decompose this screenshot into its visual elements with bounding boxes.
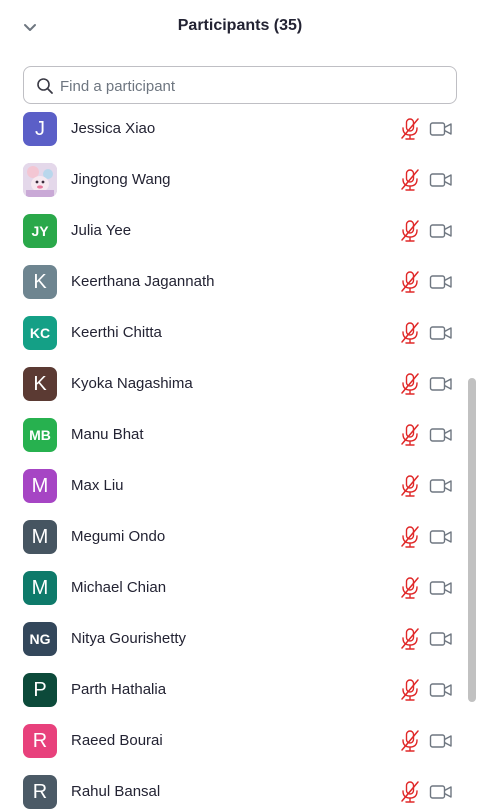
mic-muted-icon[interactable]: [399, 678, 421, 702]
avatar: P: [23, 673, 57, 707]
participant-name: Julia Yee: [71, 222, 132, 239]
mic-muted-icon[interactable]: [399, 729, 421, 753]
participant-list: J Jessica Xiao Jingtong Wang JY Julia Yee K Ke…: [0, 108, 462, 812]
participant-name: Keerthana Jagannath: [71, 273, 215, 290]
participants-panel: Participants (35) J Jessica Xiao Jingtong …: [0, 0, 480, 812]
participant-row[interactable]: M Michael Chian: [0, 569, 462, 620]
avatar: NG: [23, 622, 57, 656]
search-icon: [37, 78, 53, 94]
mic-muted-icon[interactable]: [399, 219, 421, 243]
video-off-icon[interactable]: [429, 323, 453, 343]
avatar: JY: [23, 214, 57, 248]
avatar: KC: [23, 316, 57, 350]
video-off-icon[interactable]: [429, 170, 453, 190]
participant-name: Keerthi Chitta: [71, 324, 162, 341]
mic-muted-icon[interactable]: [399, 423, 421, 447]
avatar: MB: [23, 418, 57, 452]
avatar: R: [23, 775, 57, 809]
search-input[interactable]: [58, 67, 442, 105]
participant-row[interactable]: K Kyoka Nagashima: [0, 365, 462, 416]
mic-muted-icon[interactable]: [399, 168, 421, 192]
avatar: K: [23, 367, 57, 401]
mic-muted-icon[interactable]: [399, 270, 421, 294]
mic-muted-icon[interactable]: [399, 780, 421, 804]
participant-row[interactable]: K Keerthana Jagannath: [0, 263, 462, 314]
avatar: M: [23, 520, 57, 554]
video-off-icon[interactable]: [429, 629, 453, 649]
search-box[interactable]: [23, 66, 457, 105]
participant-row[interactable]: Jingtong Wang: [0, 161, 462, 212]
participant-name: Kyoka Nagashima: [71, 375, 193, 392]
participant-name: Rahul Bansal: [71, 783, 161, 800]
participant-name: Jessica Xiao: [71, 120, 156, 137]
participant-row[interactable]: MB Manu Bhat: [0, 416, 462, 467]
video-off-icon[interactable]: [429, 782, 453, 802]
mic-muted-icon[interactable]: [399, 474, 421, 498]
mic-muted-icon[interactable]: [399, 576, 421, 600]
video-off-icon[interactable]: [429, 731, 453, 751]
mic-muted-icon[interactable]: [399, 117, 421, 141]
participant-name: Jingtong Wang: [71, 171, 171, 188]
mic-muted-icon[interactable]: [399, 525, 421, 549]
mic-muted-icon[interactable]: [399, 372, 421, 396]
participant-name: Raeed Bourai: [71, 732, 163, 749]
video-off-icon[interactable]: [429, 578, 453, 598]
video-off-icon[interactable]: [429, 476, 453, 496]
video-off-icon[interactable]: [429, 527, 453, 547]
scrollbar[interactable]: [466, 108, 478, 812]
mic-muted-icon[interactable]: [399, 627, 421, 651]
video-off-icon[interactable]: [429, 119, 453, 139]
participant-row[interactable]: KC Keerthi Chitta: [0, 314, 462, 365]
avatar: J: [23, 112, 57, 146]
participant-row[interactable]: NG Nitya Gourishetty: [0, 620, 462, 671]
participant-name: Parth Hathalia: [71, 681, 167, 698]
avatar: M: [23, 571, 57, 605]
avatar: R: [23, 724, 57, 758]
participant-name: Max Liu: [71, 477, 124, 494]
scrollbar-thumb[interactable]: [468, 378, 476, 702]
participant-row[interactable]: M Megumi Ondo: [0, 518, 462, 569]
video-off-icon[interactable]: [429, 272, 453, 292]
participant-name: Megumi Ondo: [71, 528, 166, 545]
video-off-icon[interactable]: [429, 221, 453, 241]
avatar: K: [23, 265, 57, 299]
participant-row[interactable]: P Parth Hathalia: [0, 671, 462, 722]
participant-row[interactable]: J Jessica Xiao: [0, 110, 462, 161]
participant-name: Manu Bhat: [71, 426, 144, 443]
participant-row[interactable]: R Rahul Bansal: [0, 773, 462, 812]
avatar: [23, 163, 57, 197]
video-off-icon[interactable]: [429, 425, 453, 445]
panel-header: Participants (35): [0, 0, 480, 56]
mic-muted-icon[interactable]: [399, 321, 421, 345]
panel-title: Participants (35): [177, 17, 303, 34]
video-off-icon[interactable]: [429, 374, 453, 394]
video-off-icon[interactable]: [429, 680, 453, 700]
participant-name: Nitya Gourishetty: [71, 630, 187, 647]
participant-row[interactable]: R Raeed Bourai: [0, 722, 462, 773]
participant-row[interactable]: M Max Liu: [0, 467, 462, 518]
avatar: M: [23, 469, 57, 503]
participant-name: Michael Chian: [71, 579, 167, 596]
participant-row[interactable]: JY Julia Yee: [0, 212, 462, 263]
avatar-photo-icon: [23, 163, 57, 197]
